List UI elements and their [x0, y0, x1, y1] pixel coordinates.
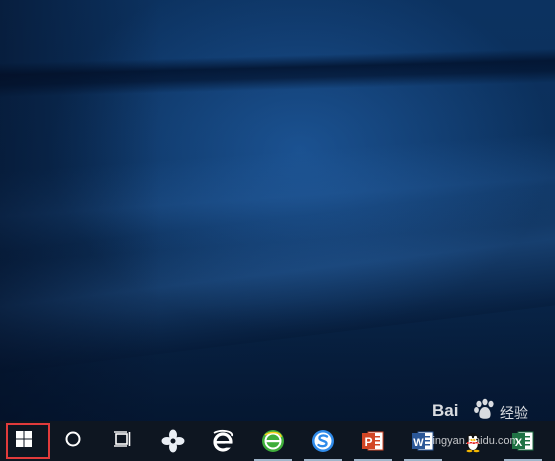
pinwheel-app-icon	[161, 429, 185, 453]
sogou-browser-icon	[311, 429, 335, 453]
start-button[interactable]	[0, 421, 50, 461]
360-browser-button[interactable]	[248, 421, 298, 461]
excel-button[interactable]: X	[498, 421, 548, 461]
taskbar: P W X	[0, 421, 555, 461]
task-view-button[interactable]	[98, 421, 148, 461]
wallpaper-shadow	[0, 0, 160, 421]
internet-explorer-button[interactable]	[198, 421, 248, 461]
word-button[interactable]: W	[398, 421, 448, 461]
excel-icon: X	[511, 429, 535, 453]
qq-penguin-icon	[461, 429, 485, 453]
360-browser-icon	[261, 429, 285, 453]
sogou-browser-button[interactable]	[298, 421, 348, 461]
search-button[interactable]	[48, 421, 98, 461]
desktop-wallpaper	[0, 0, 555, 421]
word-icon: W	[411, 429, 435, 453]
powerpoint-button[interactable]: P	[348, 421, 398, 461]
excel-letter: X	[515, 437, 523, 449]
cortana-circle-icon	[64, 430, 82, 453]
qq-button[interactable]	[448, 421, 498, 461]
task-view-icon	[113, 430, 133, 452]
start-highlight-box	[6, 423, 50, 459]
powerpoint-letter: P	[364, 435, 372, 449]
pinwheel-app-button[interactable]	[148, 421, 198, 461]
powerpoint-icon: P	[361, 429, 385, 453]
word-letter: W	[413, 437, 424, 449]
internet-explorer-icon	[211, 429, 235, 453]
